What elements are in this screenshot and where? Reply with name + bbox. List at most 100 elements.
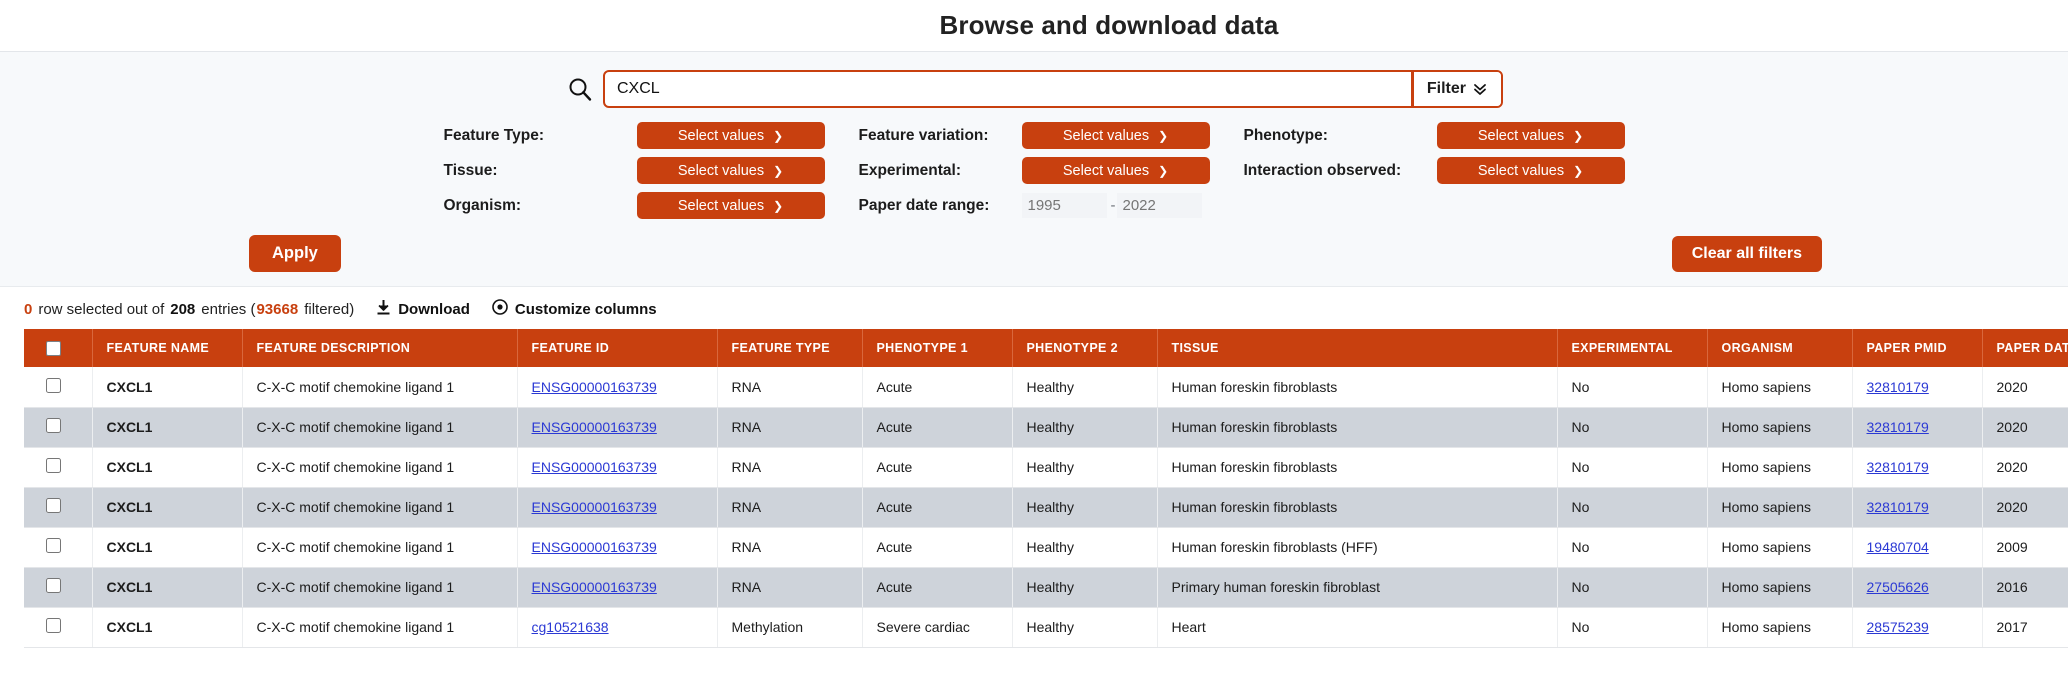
cell-phenotype-2: Healthy [1012, 527, 1158, 568]
search-input[interactable] [605, 72, 1411, 106]
cell-paper-pmid-link[interactable]: 32810179 [1867, 419, 1929, 435]
row-select-checkbox[interactable] [46, 377, 61, 393]
cell-paper-pmid: 32810179 [1852, 367, 1983, 408]
select-feature-variation[interactable]: Select values ❯ [1021, 122, 1210, 149]
cell-phenotype-2: Healthy [1012, 607, 1158, 648]
cell-paper-pmid-link[interactable]: 19480704 [1867, 539, 1929, 555]
table-row[interactable]: CXCL1 C-X-C motif chemokine ligand 1 ENSG0… [24, 447, 2068, 488]
row-select-checkbox[interactable] [46, 578, 61, 593]
cell-paper-pmid-link[interactable]: 32810179 [1867, 499, 1929, 515]
col-header-feature-description[interactable]: FEATURE DESCRIPTION [242, 329, 518, 367]
row-select-checkbox[interactable] [46, 498, 61, 513]
table-row[interactable]: CXCL1 C-X-C motif chemokine ligand 1 ENSG0… [24, 407, 2068, 448]
col-header-paper-date[interactable]: PAPER DATE [1982, 329, 2068, 367]
cell-feature-id-link[interactable]: ENSG00000163739 [532, 419, 657, 435]
cell-experimental: No [1557, 447, 1708, 488]
table-row[interactable]: CXCL1 C-X-C motif chemokine ligand 1 ENSG0… [24, 567, 2068, 608]
row-select-cell [24, 407, 93, 448]
table-row[interactable]: CXCL1 C-X-C motif chemokine ligand 1 cg105… [24, 607, 2068, 648]
cell-feature-type: RNA [717, 527, 863, 568]
status-text-1: row selected out of [38, 300, 165, 318]
col-header-phenotype-2[interactable]: PHENOTYPE 2 [1012, 329, 1158, 367]
col-header-paper-pmid[interactable]: PAPER PMID [1852, 329, 1983, 367]
cell-feature-type: RNA [717, 487, 863, 528]
col-header-feature-name[interactable]: FEATURE NAME [92, 329, 243, 367]
row-select-checkbox[interactable] [46, 418, 61, 433]
cell-tissue: Human foreskin fibroblasts [1157, 407, 1558, 448]
table-row[interactable]: CXCL1 C-X-C motif chemokine ligand 1 ENSG0… [24, 367, 2068, 408]
row-select-checkbox[interactable] [46, 458, 61, 473]
col-header-phenotype-1[interactable]: PHENOTYPE 1 [862, 329, 1013, 367]
col-header-feature-type[interactable]: FEATURE TYPE [717, 329, 863, 367]
select-phenotype[interactable]: Select values ❯ [1436, 122, 1625, 149]
chevron-down-icon: ❯ [1158, 163, 1169, 178]
cell-phenotype-1: Acute [862, 487, 1013, 528]
col-header-organism[interactable]: ORGANISM [1707, 329, 1853, 367]
page-title: Browse and download data [939, 10, 1279, 40]
select-experimental[interactable]: Select values ❯ [1021, 157, 1210, 184]
cell-feature-description: C-X-C motif chemokine ligand 1 [242, 527, 518, 568]
download-button[interactable]: Download [376, 299, 470, 319]
filter-panel: Filter Feature Type: Select values ❯ Fea… [0, 52, 2068, 287]
cell-paper-pmid-link[interactable]: 32810179 [1867, 459, 1929, 475]
cell-paper-date: 2020 [1982, 487, 2068, 528]
cell-feature-type: RNA [717, 367, 863, 408]
label-phenotype: Phenotype: [1243, 126, 1328, 144]
select-all-header-cell [24, 329, 93, 367]
select-tissue-value: Select values [677, 162, 765, 179]
label-organism: Organism: [443, 196, 522, 214]
cell-feature-type: RNA [717, 447, 863, 488]
status-text-3: filtered) [304, 300, 355, 318]
cell-paper-pmid: 27505626 [1852, 567, 1983, 608]
status-text-2: entries ( [201, 300, 256, 318]
cell-feature-description: C-X-C motif chemokine ligand 1 [242, 607, 518, 648]
cell-paper-date: 2009 [1982, 527, 2068, 568]
cell-feature-name: CXCL1 [92, 407, 243, 448]
apply-button[interactable]: Apply [249, 235, 341, 272]
cell-paper-date: 2016 [1982, 567, 2068, 608]
col-header-feature-id[interactable]: FEATURE ID [517, 329, 718, 367]
cell-feature-id: ENSG00000163739 [517, 487, 718, 528]
cell-feature-id-link[interactable]: ENSG00000163739 [532, 579, 657, 595]
status-row: 0 row selected out of 208 entries ( 9366… [0, 287, 2068, 329]
cell-paper-pmid-link[interactable]: 32810179 [1867, 379, 1929, 395]
customize-columns-button[interactable]: Customize columns [492, 299, 657, 319]
cell-feature-description: C-X-C motif chemokine ligand 1 [242, 487, 518, 528]
cell-phenotype-1: Acute [862, 567, 1013, 608]
col-header-experimental[interactable]: EXPERIMENTAL [1557, 329, 1708, 367]
row-select-checkbox[interactable] [46, 538, 61, 553]
cell-paper-pmid-link[interactable]: 27505626 [1867, 579, 1929, 595]
col-header-tissue[interactable]: TISSUE [1157, 329, 1558, 367]
clear-all-filters-button[interactable]: Clear all filters [1671, 235, 1822, 272]
select-tissue[interactable]: Select values ❯ [636, 157, 825, 184]
row-select-cell [24, 527, 93, 568]
cell-feature-id-link[interactable]: ENSG00000163739 [532, 379, 657, 395]
cell-feature-id-link[interactable]: cg10521638 [532, 619, 609, 635]
cell-feature-id-link[interactable]: ENSG00000163739 [532, 499, 657, 515]
cell-feature-type: RNA [717, 407, 863, 448]
cell-feature-name: CXCL1 [92, 527, 243, 568]
select-organism[interactable]: Select values ❯ [636, 192, 825, 219]
select-interaction-observed[interactable]: Select values ❯ [1436, 157, 1625, 184]
chevron-down-icon: ❯ [1573, 128, 1584, 143]
select-feature-type[interactable]: Select values ❯ [636, 122, 825, 149]
select-all-checkbox[interactable] [46, 340, 61, 356]
cell-experimental: No [1557, 527, 1708, 568]
paper-date-from-input[interactable] [1021, 193, 1107, 218]
row-select-checkbox[interactable] [46, 618, 61, 633]
cell-organism: Homo sapiens [1707, 487, 1853, 528]
table-header-row: FEATURE NAME FEATURE DESCRIPTION FEATURE… [24, 329, 2068, 367]
chevron-down-icon: ❯ [773, 198, 784, 213]
chevron-double-down-icon [1473, 82, 1487, 96]
cell-experimental: No [1557, 407, 1708, 448]
cell-feature-id-link[interactable]: ENSG00000163739 [532, 459, 657, 475]
table-row[interactable]: CXCL1 C-X-C motif chemokine ligand 1 ENSG0… [24, 527, 2068, 568]
data-table-wrapper: FEATURE NAME FEATURE DESCRIPTION FEATURE… [0, 329, 2068, 648]
filter-toggle-button[interactable]: Filter [1410, 72, 1501, 106]
table-row[interactable]: CXCL1 C-X-C motif chemokine ligand 1 ENSG0… [24, 487, 2068, 528]
cell-paper-pmid-link[interactable]: 28575239 [1867, 619, 1929, 635]
cell-feature-id-link[interactable]: ENSG00000163739 [532, 539, 657, 555]
paper-date-to-input[interactable] [1116, 193, 1202, 218]
cell-phenotype-2: Healthy [1012, 367, 1158, 408]
cell-feature-description: C-X-C motif chemokine ligand 1 [242, 407, 518, 448]
